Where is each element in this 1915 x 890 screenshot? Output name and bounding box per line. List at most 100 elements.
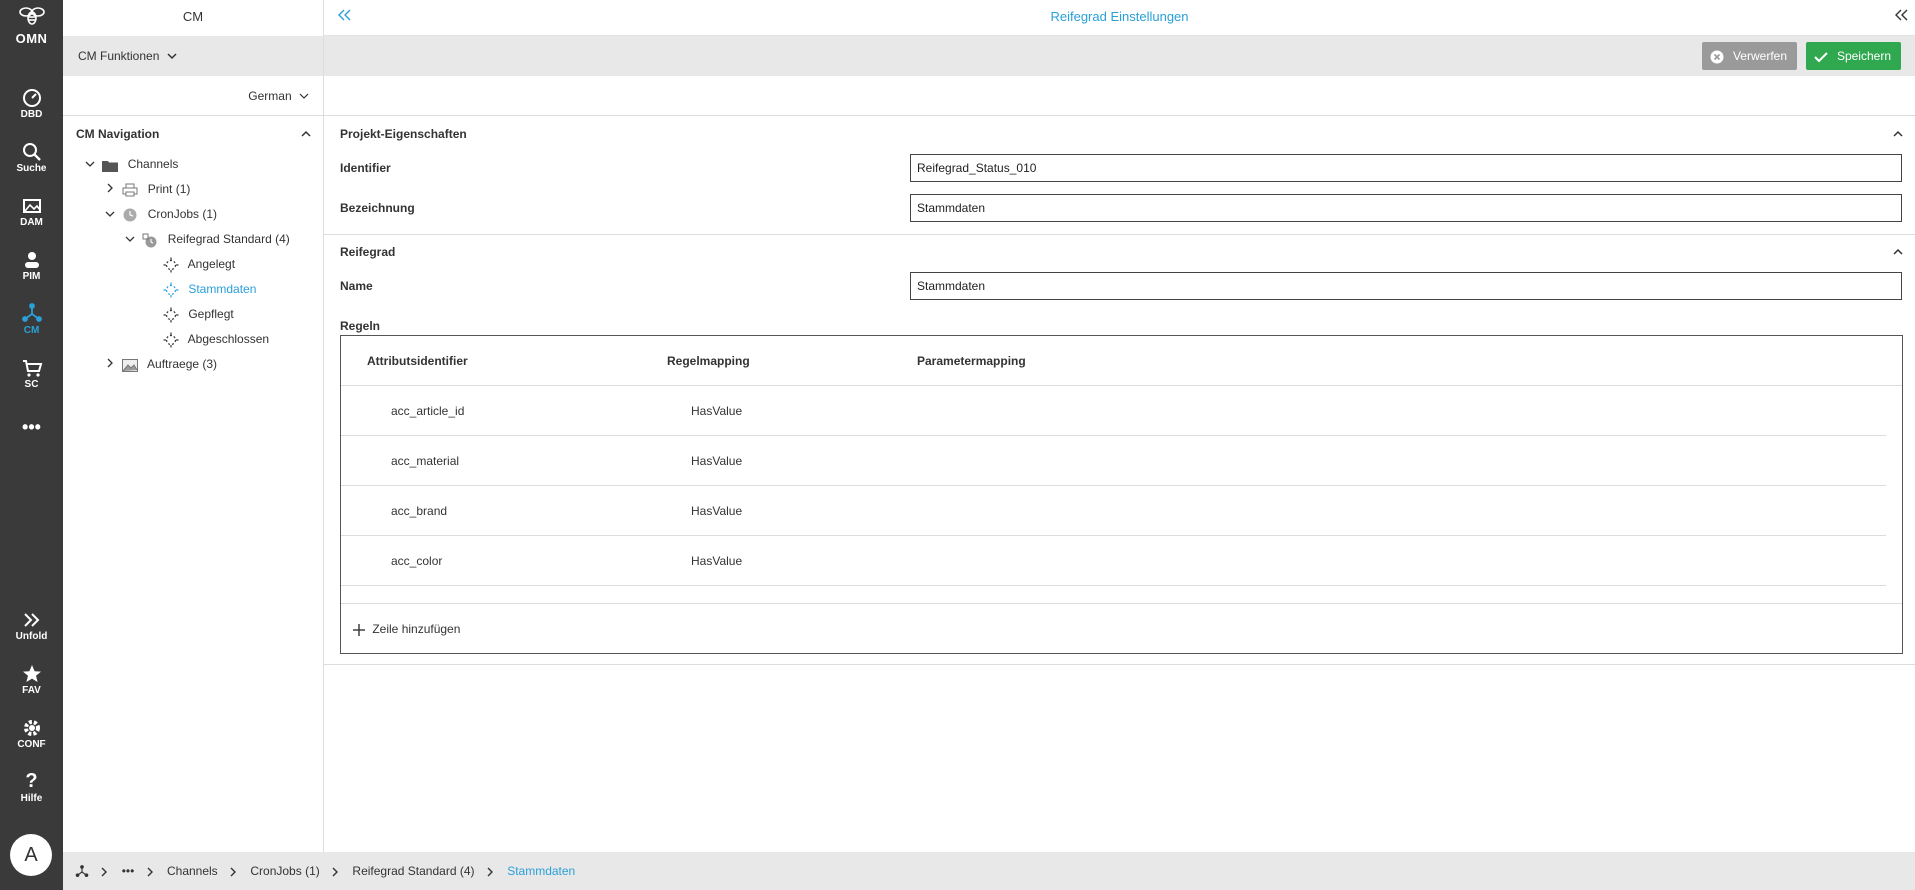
more-icon[interactable]: •••: [122, 852, 135, 890]
rail-item-unfold[interactable]: Unfold: [0, 608, 63, 642]
cell-rule: HasValue: [691, 404, 743, 418]
rail-item-dbd[interactable]: DBD: [0, 86, 63, 120]
double-chevron-left-icon[interactable]: [338, 0, 352, 34]
tree-item-channels[interactable]: Channels: [83, 152, 178, 177]
chevron-down-icon[interactable]: [123, 227, 137, 252]
rail-item-conf[interactable]: CONF: [0, 716, 63, 750]
rail-label: DAM: [20, 217, 43, 228]
save-button[interactable]: Speichern: [1805, 42, 1901, 70]
discard-button[interactable]: Verwerfen: [1701, 42, 1797, 70]
tree-item-cronjobs[interactable]: CronJobs (1): [103, 202, 217, 227]
table-row[interactable]: acc_material HasValue: [341, 436, 1886, 486]
cell-attr: acc_article_id: [391, 404, 465, 418]
nav-title: CM: [182, 9, 204, 24]
status-icon: [161, 252, 181, 277]
pim-icon: [0, 248, 63, 270]
logo-text: OMN: [15, 31, 48, 46]
section-projekt-eigenschaften: Projekt-Eigenschaften: [324, 117, 1915, 151]
cell-attr: acc_material: [391, 454, 460, 468]
tree-item-stammdaten[interactable]: Stammdaten: [161, 277, 256, 302]
avatar[interactable]: A: [10, 834, 52, 876]
chevron-up-icon[interactable]: [301, 116, 311, 152]
section-title: Projekt-Eigenschaften: [340, 127, 467, 141]
bee-icon: [0, 6, 63, 31]
column-header[interactable]: Regelmapping: [667, 354, 750, 368]
rail-item-suche[interactable]: Suche: [0, 140, 63, 174]
bezeichnung-label: Bezeichnung: [340, 201, 415, 215]
section-title: Reifegrad: [340, 245, 396, 259]
gear-icon: [0, 716, 63, 738]
rules-grid-header: Attributsidentifier Regelmapping Paramet…: [341, 336, 1902, 386]
picture-icon: [120, 352, 140, 377]
rail-label: FAV: [22, 685, 41, 696]
cell-attr: acc_color: [391, 554, 443, 568]
dashboard-icon: [0, 86, 63, 108]
language-select[interactable]: German: [63, 76, 323, 116]
alarm-icon: [140, 227, 160, 252]
double-chevron-left-icon[interactable]: [1895, 0, 1909, 34]
cm-navigation-header: CM Navigation: [63, 116, 323, 152]
bezeichnung-input[interactable]: [910, 194, 1902, 222]
chevron-right-icon[interactable]: [103, 177, 117, 202]
discard-label: Verwerfen: [1732, 49, 1787, 63]
table-row[interactable]: acc_color HasValue: [341, 536, 1886, 586]
tree-item-gepflegt[interactable]: Gepflegt: [161, 302, 234, 327]
chevron-up-icon[interactable]: [1893, 117, 1903, 151]
add-row-button[interactable]: Zeile hinzufügen: [341, 603, 1902, 653]
more-icon: •••: [22, 417, 41, 437]
chevron-down-icon: [299, 76, 309, 116]
tree-item-reifegrad-standard[interactable]: Reifegrad Standard (4): [123, 227, 290, 252]
rail-label: PIM: [22, 271, 41, 282]
network-icon[interactable]: [75, 852, 89, 890]
chevron-up-icon[interactable]: [1893, 235, 1903, 269]
rail-item-sc[interactable]: SC: [0, 356, 63, 390]
identifier-label: Identifier: [340, 161, 391, 175]
close-circle-icon: [1710, 42, 1724, 70]
tree-label: Print (1): [147, 182, 191, 196]
rules-label: Regeln: [340, 319, 381, 333]
breadcrumb-item[interactable]: Channels: [167, 852, 218, 890]
chevron-right-icon[interactable]: [103, 352, 117, 377]
column-header[interactable]: Attributsidentifier: [367, 354, 468, 368]
rail-item-cm[interactable]: CM: [0, 302, 63, 336]
tree-item-angelegt[interactable]: Angelegt: [161, 252, 235, 277]
cart-icon: [0, 356, 63, 378]
tree-item-auftraege[interactable]: Auftraege (3): [103, 352, 217, 377]
breadcrumb-item-current[interactable]: Stammdaten: [507, 852, 575, 890]
tree-item-abgeschlossen[interactable]: Abgeschlossen: [161, 327, 269, 352]
tree-item-print[interactable]: Print (1): [103, 177, 190, 202]
breadcrumb-item[interactable]: CronJobs (1): [250, 852, 319, 890]
rail-item-dam[interactable]: DAM: [0, 194, 63, 228]
app-rail: OMN DBD Suche DAM PIM CM SC ••• Unfold F…: [0, 0, 63, 890]
breadcrumb-item[interactable]: Reifegrad Standard (4): [352, 852, 474, 890]
rail-item-hilfe[interactable]: ? Hilfe: [0, 770, 63, 804]
rail-label: SC: [24, 379, 39, 390]
table-row[interactable]: acc_article_id HasValue: [341, 386, 1886, 436]
chevron-down-icon[interactable]: [83, 152, 97, 177]
tree-label: Stammdaten: [188, 282, 257, 296]
add-row-label: Zeile hinzufügen: [372, 622, 461, 636]
table-row[interactable]: acc_brand HasValue: [341, 486, 1886, 536]
identifier-input[interactable]: [910, 154, 1902, 182]
chevron-right-icon: [486, 852, 494, 890]
cm-functions-dropdown[interactable]: CM Funktionen: [63, 36, 323, 76]
plus-icon: [353, 621, 365, 638]
name-input[interactable]: [910, 272, 1902, 300]
rail-item-fav[interactable]: FAV: [0, 662, 63, 696]
tree-label: Channels: [127, 157, 179, 171]
cm-functions-label: CM Funktionen: [78, 49, 160, 63]
rail-item-more[interactable]: •••: [0, 416, 63, 438]
status-icon: [161, 277, 181, 302]
rules-grid: Attributsidentifier Regelmapping Paramet…: [340, 335, 1903, 654]
chevron-down-icon[interactable]: [103, 202, 117, 227]
star-icon: [0, 662, 63, 684]
section-divider: [324, 664, 1915, 665]
search-icon: [0, 140, 63, 162]
cell-rule: HasValue: [691, 454, 743, 468]
column-header[interactable]: Parametermapping: [917, 354, 1026, 368]
rail-item-pim[interactable]: PIM: [0, 248, 63, 282]
omn-logo[interactable]: OMN: [0, 6, 63, 46]
tree-label: Reifegrad Standard (4): [167, 232, 290, 246]
image-icon: [0, 194, 63, 216]
rail-label: Suche: [16, 163, 47, 174]
